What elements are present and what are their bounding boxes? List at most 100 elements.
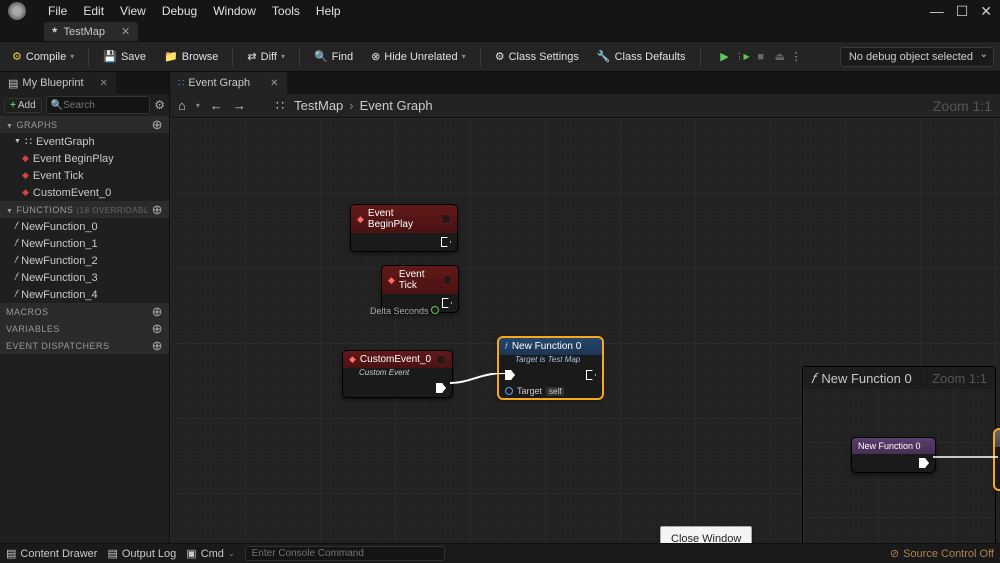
section-macros[interactable]: MACROS⊕	[0, 303, 169, 320]
menu-file[interactable]: File	[48, 4, 67, 18]
event-item-beginplay[interactable]: ◆Event BeginPlay	[0, 150, 169, 167]
event-graph-tab[interactable]: ∷ Event Graph ✕	[170, 72, 287, 94]
function-icon: 𝑓	[14, 221, 17, 232]
exec-in-pin[interactable]	[505, 370, 515, 380]
compile-icon: ⚙	[12, 50, 22, 63]
back-icon[interactable]: ←	[210, 98, 223, 113]
preview-node-flipflop[interactable]: ⌗Flip Flop A B Is A	[994, 429, 1000, 490]
browse-button[interactable]: 📁Browse	[158, 47, 224, 66]
skip-button[interactable]: ■	[753, 49, 769, 65]
save-button[interactable]: 💾Save	[97, 47, 152, 66]
hide-unrelated-button[interactable]: ⊗Hide Unrelated▾	[365, 47, 472, 66]
close-icon[interactable]: ✕	[270, 78, 278, 89]
event-item-tick[interactable]: ◆Event Tick	[0, 167, 169, 184]
diff-button[interactable]: ⇄Diff▾	[241, 47, 291, 66]
event-icon: ◆	[22, 153, 29, 164]
console-input[interactable]	[245, 546, 445, 561]
event-icon: ◆	[22, 170, 29, 181]
find-button[interactable]: 🔍Find	[308, 47, 359, 66]
function-item[interactable]: 𝑓NewFunction_1	[0, 235, 169, 252]
grid-icon[interactable]: ∷	[276, 98, 284, 114]
bookmark-icon[interactable]	[443, 275, 452, 285]
target-pin[interactable]: Target self	[499, 384, 602, 398]
doc-tab-testmap[interactable]: * TestMap ✕	[44, 22, 138, 41]
add-new-button[interactable]: +Add	[4, 98, 42, 113]
status-bar: ▤Content Drawer ▤Output Log ▣Cmd⌄ ⊘Sourc…	[0, 543, 1000, 563]
window-minimize-icon[interactable]: —	[930, 3, 944, 20]
add-graph-icon[interactable]: ⊕	[152, 117, 163, 133]
function-icon: 𝑓	[811, 370, 815, 387]
function-item[interactable]: 𝑓NewFunction_0	[0, 218, 169, 235]
search-input[interactable]	[63, 100, 145, 111]
function-item[interactable]: 𝑓NewFunction_3	[0, 269, 169, 286]
exec-out-pin[interactable]	[436, 383, 446, 393]
forward-icon[interactable]: →	[233, 98, 246, 113]
diff-icon: ⇄	[247, 50, 256, 63]
graph-item-eventgraph[interactable]: ▼∷EventGraph	[0, 133, 169, 150]
event-item-custom[interactable]: ◆CustomEvent_0	[0, 184, 169, 201]
source-control-button[interactable]: ⊘Source Control Off	[890, 547, 994, 560]
add-variable-icon[interactable]: ⊕	[152, 321, 163, 337]
menu-help[interactable]: Help	[316, 4, 341, 18]
add-macro-icon[interactable]: ⊕	[152, 304, 163, 320]
play-options-dropdown[interactable]: ⋮▶	[736, 52, 750, 61]
output-log-button[interactable]: ▤Output Log	[107, 547, 176, 560]
play-button[interactable]: ▶	[717, 49, 733, 65]
play-controls: ▶ ⋮▶ ■ ⏏ ⋮	[717, 49, 802, 65]
compile-button[interactable]: ⚙Compile▾	[6, 47, 80, 66]
class-defaults-button[interactable]: 🔧Class Defaults	[591, 47, 692, 66]
close-icon[interactable]: ✕	[100, 78, 108, 89]
graph-canvas[interactable]: ◆Event BeginPlay ◆Event Tick Delta Secon…	[170, 118, 1000, 543]
play-menu-button[interactable]: ⋮	[791, 50, 802, 63]
node-new-function-call[interactable]: 𝑓New Function 0 Target is Test Map Targe…	[498, 337, 603, 399]
cmd-selector[interactable]: ▣Cmd⌄	[186, 547, 234, 560]
content-drawer-button[interactable]: ▤Content Drawer	[6, 547, 97, 560]
exec-out-pin[interactable]	[442, 298, 452, 308]
bookmark-icon[interactable]	[436, 355, 446, 365]
breadcrumb-leaf[interactable]: Event Graph	[360, 98, 433, 113]
function-item[interactable]: 𝑓NewFunction_4	[0, 286, 169, 303]
exec-out-pin[interactable]	[586, 370, 596, 380]
eject-button[interactable]: ⏏	[772, 49, 788, 65]
delta-seconds-pin[interactable]: Delta Seconds	[370, 306, 439, 316]
graph-nav-toolbar: ⌂▾ ← → ∷ TestMap › Event Graph Zoom 1:1	[170, 94, 1000, 118]
section-functions[interactable]: ▼FUNCTIONS (18 OVERRIDABL⊕	[0, 201, 169, 218]
close-icon[interactable]: ✕	[121, 25, 130, 38]
function-icon: 𝑓	[14, 255, 17, 266]
breadcrumb-root[interactable]: TestMap	[294, 98, 343, 113]
function-preview-panel[interactable]: 𝑓 New Function 0 Zoom 1:1 New Function 0…	[802, 366, 996, 543]
window-close-icon[interactable]: ✕	[980, 3, 992, 20]
document-tab-row: * TestMap ✕	[0, 22, 1000, 42]
add-dispatcher-icon[interactable]: ⊕	[152, 338, 163, 354]
menu-debug[interactable]: Debug	[162, 4, 197, 18]
menu-view[interactable]: View	[120, 4, 146, 18]
eye-off-icon: ⊗	[371, 50, 380, 63]
terminal-icon: ▣	[186, 547, 196, 560]
menu-window[interactable]: Window	[213, 4, 256, 18]
app-logo	[8, 2, 26, 20]
settings-gear-icon[interactable]: ⚙	[154, 98, 165, 112]
node-custom-event[interactable]: ◆CustomEvent_0 Custom Event	[342, 350, 453, 398]
blueprint-icon: ▤	[8, 77, 18, 90]
event-icon: ◆	[357, 214, 364, 225]
main-toolbar: ⚙Compile▾ 💾Save 📁Browse ⇄Diff▾ 🔍Find ⊗Hi…	[0, 42, 1000, 72]
node-event-beginplay[interactable]: ◆Event BeginPlay	[350, 204, 458, 252]
exec-out-pin[interactable]	[919, 458, 929, 468]
function-item[interactable]: 𝑓NewFunction_2	[0, 252, 169, 269]
window-maximize-icon[interactable]: ☐	[956, 3, 969, 20]
menu-edit[interactable]: Edit	[83, 4, 104, 18]
section-dispatchers[interactable]: EVENT DISPATCHERS⊕	[0, 337, 169, 354]
home-icon[interactable]: ⌂	[178, 98, 186, 113]
add-function-icon[interactable]: ⊕	[152, 202, 163, 218]
exec-out-pin[interactable]	[441, 237, 451, 247]
menu-tools[interactable]: Tools	[272, 4, 300, 18]
zoom-indicator: Zoom 1:1	[933, 98, 992, 114]
my-blueprint-tab[interactable]: ▤ My Blueprint ✕	[0, 72, 116, 94]
debug-object-selector[interactable]: No debug object selected	[840, 47, 994, 67]
class-settings-button[interactable]: ⚙Class Settings	[489, 47, 585, 66]
section-graphs[interactable]: ▼GRAPHS⊕	[0, 116, 169, 133]
doc-tab-label: TestMap	[63, 26, 105, 38]
bookmark-icon[interactable]	[441, 214, 451, 224]
section-variables[interactable]: VARIABLES⊕	[0, 320, 169, 337]
preview-node-entry[interactable]: New Function 0	[851, 437, 936, 473]
